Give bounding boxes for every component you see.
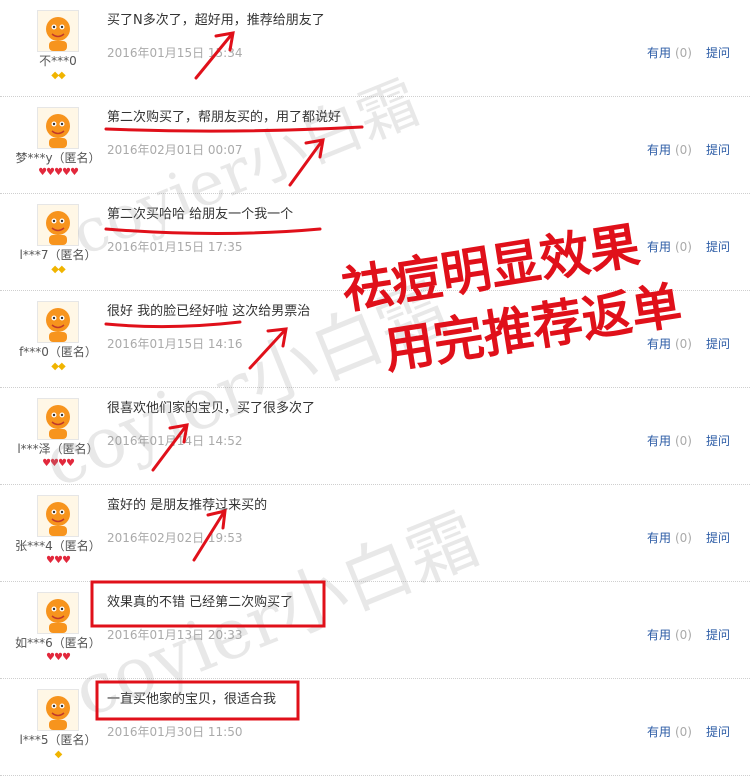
reviewer-info: l***7（匿名） ◆◆ (0, 204, 116, 276)
review-item: l***5（匿名） ◆ 一直买他家的宝贝，很适合我 2016年01月30日 11… (0, 679, 750, 776)
useful-link[interactable]: 有用 (647, 240, 671, 254)
reviewer-name: l***泽（匿名） (17, 442, 99, 456)
useful-count: (0) (674, 337, 692, 351)
useful-count: (0) (674, 143, 692, 157)
review-text: 很好 我的脸已经好啦 这次给男票治 (107, 304, 311, 319)
reviewer-name: f***0（匿名） (19, 345, 97, 359)
avatar[interactable] (37, 204, 79, 246)
useful-count: (0) (674, 628, 692, 642)
reviewer-info: 不***0 ◆◆ (0, 10, 116, 82)
avatar[interactable] (37, 495, 79, 537)
review-actions: 有用 (0) 提问 (647, 238, 730, 255)
review-text: 一直买他家的宝贝，很适合我 (107, 692, 277, 707)
review-date: 2016年01月14日 14:52 (107, 434, 243, 448)
reviewer-info: 如***6（匿名） ♥♥♥ (0, 592, 116, 664)
reviewer-name: 如***6（匿名） (15, 636, 101, 650)
rank-badge: ◆◆ (51, 70, 65, 81)
rank-badge: ◆ (54, 749, 63, 760)
ask-link[interactable]: 提问 (706, 628, 730, 642)
avatar[interactable] (37, 301, 79, 343)
mascot-avatar-icon (38, 11, 78, 51)
reviewer-info: 梦***y（匿名） ♥♥♥♥♥ (0, 107, 116, 179)
ask-link[interactable]: 提问 (706, 143, 730, 157)
review-actions: 有用 (0) 提问 (647, 44, 730, 61)
review-actions: 有用 (0) 提问 (647, 529, 730, 546)
review-item: l***泽（匿名） ♥♥♥♥ 很喜欢他们家的宝贝，买了很多次了 2016年01月… (0, 388, 750, 485)
ask-link[interactable]: 提问 (706, 240, 730, 254)
rank-badge: ♥♥♥♥ (42, 458, 75, 469)
review-actions: 有用 (0) 提问 (647, 141, 730, 158)
rank-badge: ◆◆ (51, 264, 65, 275)
review-text: 蛮好的 是朋友推荐过来买的 (107, 498, 268, 513)
useful-count: (0) (674, 725, 692, 739)
avatar[interactable] (37, 107, 79, 149)
reviewer-name: 张***4（匿名） (15, 539, 101, 553)
useful-count: (0) (674, 46, 692, 60)
ask-link[interactable]: 提问 (706, 46, 730, 60)
reviewer-info: f***0（匿名） ◆◆ (0, 301, 116, 373)
useful-link[interactable]: 有用 (647, 725, 671, 739)
review-item: 梦***y（匿名） ♥♥♥♥♥ 第二次购买了，帮朋友买的，用了都说好 2016年… (0, 97, 750, 194)
useful-link[interactable]: 有用 (647, 628, 671, 642)
reviewer-name: l***5（匿名） (19, 733, 97, 747)
useful-link[interactable]: 有用 (647, 531, 671, 545)
avatar[interactable] (37, 689, 79, 731)
avatar[interactable] (37, 398, 79, 440)
ask-link[interactable]: 提问 (706, 337, 730, 351)
useful-link[interactable]: 有用 (647, 46, 671, 60)
review-text: 第二次买哈哈 给朋友一个我一个 (107, 207, 294, 222)
ask-link[interactable]: 提问 (706, 434, 730, 448)
reviewer-info: 张***4（匿名） ♥♥♥ (0, 495, 116, 567)
useful-link[interactable]: 有用 (647, 434, 671, 448)
review-actions: 有用 (0) 提问 (647, 626, 730, 643)
rank-badge: ♥♥♥♥♥ (38, 167, 79, 178)
rank-badge: ♥♥♥ (46, 555, 71, 566)
review-date: 2016年01月15日 17:35 (107, 240, 243, 254)
avatar[interactable] (37, 592, 79, 634)
mascot-avatar-icon (38, 593, 78, 633)
mascot-avatar-icon (38, 690, 78, 730)
review-list: 不***0 ◆◆ 买了N多次了，超好用，推荐给朋友了 2016年01月15日 1… (0, 0, 750, 776)
useful-count: (0) (674, 240, 692, 254)
mascot-avatar-icon (38, 302, 78, 342)
review-text: 很喜欢他们家的宝贝，买了很多次了 (107, 401, 316, 416)
review-date: 2016年01月15日 15:34 (107, 46, 243, 60)
review-date: 2016年01月15日 14:16 (107, 337, 243, 351)
ask-link[interactable]: 提问 (706, 531, 730, 545)
mascot-avatar-icon (38, 399, 78, 439)
review-date: 2016年02月01日 00:07 (107, 143, 243, 157)
mascot-avatar-icon (38, 496, 78, 536)
review-date: 2016年02月02日 19:53 (107, 531, 243, 545)
reviewer-name: 梦***y（匿名） (15, 151, 101, 165)
useful-link[interactable]: 有用 (647, 143, 671, 157)
avatar[interactable] (37, 10, 79, 52)
useful-count: (0) (674, 434, 692, 448)
review-item: 不***0 ◆◆ 买了N多次了，超好用，推荐给朋友了 2016年01月15日 1… (0, 0, 750, 97)
reviewer-info: l***5（匿名） ◆ (0, 689, 116, 761)
review-item: 张***4（匿名） ♥♥♥ 蛮好的 是朋友推荐过来买的 2016年02月02日 … (0, 485, 750, 582)
rank-badge: ♥♥♥ (46, 652, 71, 663)
review-item: 如***6（匿名） ♥♥♥ 效果真的不错 已经第二次购买了 2016年01月13… (0, 582, 750, 679)
review-actions: 有用 (0) 提问 (647, 723, 730, 740)
review-text: 第二次购买了，帮朋友买的，用了都说好 (107, 110, 342, 125)
review-text: 效果真的不错 已经第二次购买了 (107, 595, 294, 610)
review-actions: 有用 (0) 提问 (647, 432, 730, 449)
reviewer-name: 不***0 (39, 54, 77, 68)
rank-badge: ◆◆ (51, 361, 65, 372)
reviewer-info: l***泽（匿名） ♥♥♥♥ (0, 398, 116, 470)
reviewer-name: l***7（匿名） (19, 248, 97, 262)
mascot-avatar-icon (38, 108, 78, 148)
review-date: 2016年01月13日 20:33 (107, 628, 243, 642)
useful-count: (0) (674, 531, 692, 545)
mascot-avatar-icon (38, 205, 78, 245)
review-date: 2016年01月30日 11:50 (107, 725, 243, 739)
review-text: 买了N多次了，超好用，推荐给朋友了 (107, 13, 325, 28)
ask-link[interactable]: 提问 (706, 725, 730, 739)
